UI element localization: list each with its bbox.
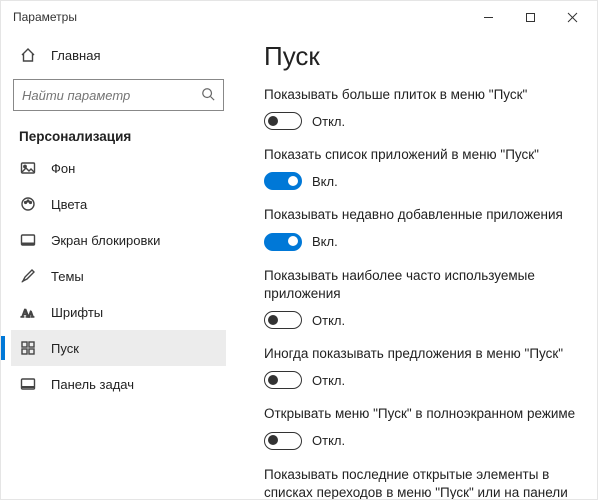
setting-label: Показывать больше плиток в меню "Пуск" [264,86,577,104]
toggle-switch[interactable] [264,112,302,130]
sidebar-item-start[interactable]: Пуск [11,330,226,366]
setting-0: Показывать больше плиток в меню "Пуск" От… [264,86,577,130]
image-icon [19,159,37,177]
setting-label: Показывать недавно добавленные приложени… [264,206,577,224]
sidebar-item-image[interactable]: Фон [11,150,226,186]
toggle-knob [268,315,278,325]
sidebar-section-title: Персонализация [11,121,226,150]
setting-4: Иногда показывать предложения в меню "Пу… [264,345,577,389]
sidebar-item-palette[interactable]: Цвета [11,186,226,222]
toggle-knob [268,435,278,445]
sidebar-home-label: Главная [51,48,100,63]
toggle-row: Откл. [264,432,577,450]
toggle-knob [288,236,298,246]
maximize-button[interactable] [509,3,551,31]
sidebar-item-label: Фон [51,161,75,176]
toggle-state-text: Откл. [312,433,345,448]
window-titlebar: Параметры [1,1,597,33]
sidebar-item-brush[interactable]: Темы [11,258,226,294]
setting-label: Открывать меню "Пуск" в полноэкранном ре… [264,405,577,423]
minimize-button[interactable] [467,3,509,31]
setting-label: Иногда показывать предложения в меню "Пу… [264,345,577,363]
toggle-state-text: Вкл. [312,174,338,189]
toggle-knob [268,116,278,126]
toggle-switch[interactable] [264,172,302,190]
toggle-row: Откл. [264,371,577,389]
toggle-state-text: Откл. [312,114,345,129]
taskbar-icon [19,375,37,393]
sidebar-home[interactable]: Главная [11,37,226,73]
window-title: Параметры [13,10,77,24]
toggle-switch[interactable] [264,432,302,450]
sidebar: Главная Персонализация Фон Цвета Экран бло… [1,33,236,499]
toggle-state-text: Откл. [312,373,345,388]
close-button[interactable] [551,3,593,31]
sidebar-item-label: Шрифты [51,305,103,320]
sidebar-item-lockscreen[interactable]: Экран блокировки [11,222,226,258]
setting-3: Показывать наиболее часто используемые п… [264,267,577,329]
search-icon [201,87,215,104]
brush-icon [19,267,37,285]
toggle-row: Вкл. [264,172,577,190]
sidebar-item-label: Экран блокировки [51,233,160,248]
palette-icon [19,195,37,213]
setting-6: Показывать последние открытые элементы в… [264,466,577,499]
toggle-switch[interactable] [264,311,302,329]
font-icon: AA [19,303,37,321]
toggle-switch[interactable] [264,371,302,389]
sidebar-item-label: Пуск [51,341,79,356]
toggle-switch[interactable] [264,233,302,251]
toggle-state-text: Откл. [312,313,345,328]
search-input[interactable] [22,88,201,103]
toggle-knob [288,176,298,186]
toggle-row: Вкл. [264,233,577,251]
sidebar-item-font[interactable]: AA Шрифты [11,294,226,330]
setting-label: Показывать последние открытые элементы в… [264,466,577,499]
setting-5: Открывать меню "Пуск" в полноэкранном ре… [264,405,577,449]
setting-1: Показать список приложений в меню "Пуск"… [264,146,577,190]
home-icon [19,46,37,64]
toggle-knob [268,375,278,385]
lockscreen-icon [19,231,37,249]
search-box[interactable] [13,79,224,111]
toggle-row: Откл. [264,112,577,130]
toggle-state-text: Вкл. [312,234,338,249]
sidebar-item-label: Темы [51,269,84,284]
setting-label: Показать список приложений в меню "Пуск" [264,146,577,164]
start-icon [19,339,37,357]
main-pane: Пуск Показывать больше плиток в меню "Пу… [236,33,597,499]
setting-label: Показывать наиболее часто используемые п… [264,267,577,303]
sidebar-item-label: Цвета [51,197,87,212]
content-area: Главная Персонализация Фон Цвета Экран бло… [1,33,597,499]
window-controls [467,3,593,31]
sidebar-item-label: Панель задач [51,377,134,392]
setting-2: Показывать недавно добавленные приложени… [264,206,577,250]
svg-text:A: A [28,310,34,319]
sidebar-item-taskbar[interactable]: Панель задач [11,366,226,402]
page-title: Пуск [264,41,577,72]
toggle-row: Откл. [264,311,577,329]
